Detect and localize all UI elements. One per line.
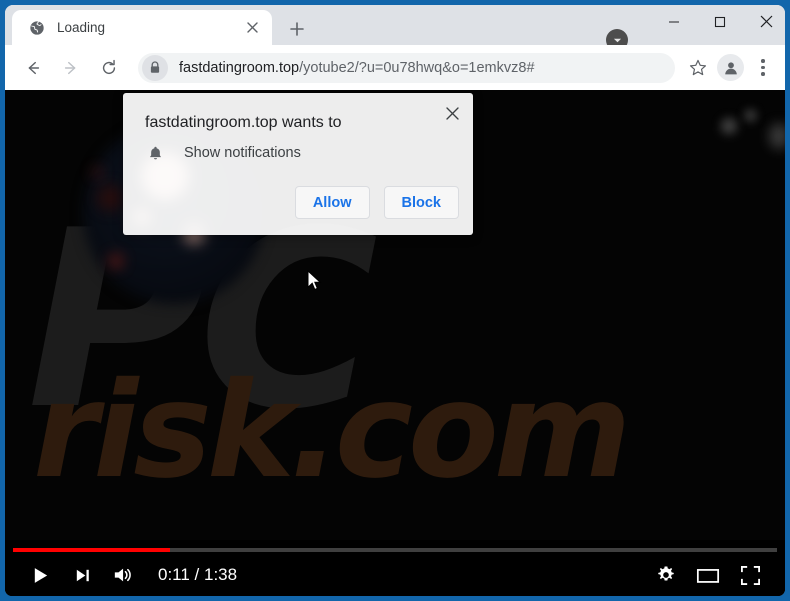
- arrow-left-icon[interactable]: [17, 52, 49, 84]
- page-content: PC risk.com 0:11 / 1:38 fastdatingroom.t…: [5, 90, 785, 596]
- background-blob: [721, 118, 737, 134]
- theater-mode-icon[interactable]: [687, 554, 729, 596]
- menu-dot: [761, 65, 765, 70]
- browser-tab[interactable]: Loading: [12, 10, 272, 45]
- allow-button[interactable]: Allow: [294, 186, 370, 219]
- new-tab-button[interactable]: [283, 15, 311, 43]
- background-blob: [93, 168, 102, 177]
- permission-row: Show notifications: [145, 143, 301, 163]
- mouse-pointer-icon: [307, 269, 323, 292]
- close-icon[interactable]: [439, 100, 465, 126]
- bell-icon: [145, 143, 165, 163]
- volume-on-icon[interactable]: [103, 554, 145, 596]
- watermark-bottom-text: risk.com: [33, 354, 631, 508]
- video-time-display: 0:11 / 1:38: [158, 565, 238, 584]
- window-close-button[interactable]: [743, 5, 785, 38]
- three-dot-menu-icon[interactable]: [750, 53, 776, 83]
- address-bar-url: fastdatingroom.top/yotube2/?u=0u78hwq&o=…: [179, 60, 535, 76]
- background-blob: [745, 110, 756, 121]
- menu-dot: [761, 59, 765, 63]
- background-blob: [97, 185, 123, 211]
- next-track-icon[interactable]: [61, 554, 103, 596]
- lock-icon[interactable]: [142, 54, 168, 81]
- browser-window: Loading fastdatingroom.top/yotube2/?u=0u…: [5, 5, 785, 596]
- tab-strip: Loading: [5, 5, 785, 51]
- video-progress-bar[interactable]: [13, 548, 777, 552]
- reload-icon[interactable]: [93, 52, 125, 84]
- browser-toolbar: fastdatingroom.top/yotube2/?u=0u78hwq&o=…: [5, 45, 785, 90]
- globe-icon: [28, 19, 45, 36]
- window-maximize-button[interactable]: [697, 5, 743, 38]
- url-domain: fastdatingroom.top: [179, 59, 300, 76]
- gear-icon[interactable]: [645, 554, 687, 596]
- tab-close-button[interactable]: [240, 16, 264, 40]
- address-bar[interactable]: fastdatingroom.top/yotube2/?u=0u78hwq&o=…: [138, 52, 675, 83]
- player-controls: 0:11 / 1:38: [5, 540, 785, 596]
- notification-permission-dialog: fastdatingroom.top wants to Show notific…: [123, 93, 473, 235]
- fullscreen-icon[interactable]: [729, 554, 771, 596]
- permission-label: Show notifications: [184, 145, 301, 161]
- star-icon[interactable]: [683, 53, 713, 83]
- window-frame: Loading fastdatingroom.top/yotube2/?u=0u…: [0, 0, 790, 601]
- block-button[interactable]: Block: [383, 186, 459, 219]
- menu-dot: [761, 72, 765, 76]
- person-avatar-icon[interactable]: [717, 54, 744, 81]
- player-controls-row: 0:11 / 1:38: [5, 554, 785, 596]
- url-path: /yotube2/?u=0u78hwq&o=1emkvz8#: [299, 59, 535, 76]
- play-icon[interactable]: [19, 554, 61, 596]
- background-blob: [769, 123, 785, 149]
- background-blob: [109, 254, 123, 268]
- dialog-title: fastdatingroom.top wants to: [145, 114, 342, 131]
- arrow-right-icon: [55, 52, 87, 84]
- window-minimize-button[interactable]: [651, 5, 697, 38]
- tab-title: Loading: [57, 20, 106, 35]
- dialog-button-group: Allow Block: [294, 186, 459, 219]
- video-progress-filled: [13, 548, 170, 552]
